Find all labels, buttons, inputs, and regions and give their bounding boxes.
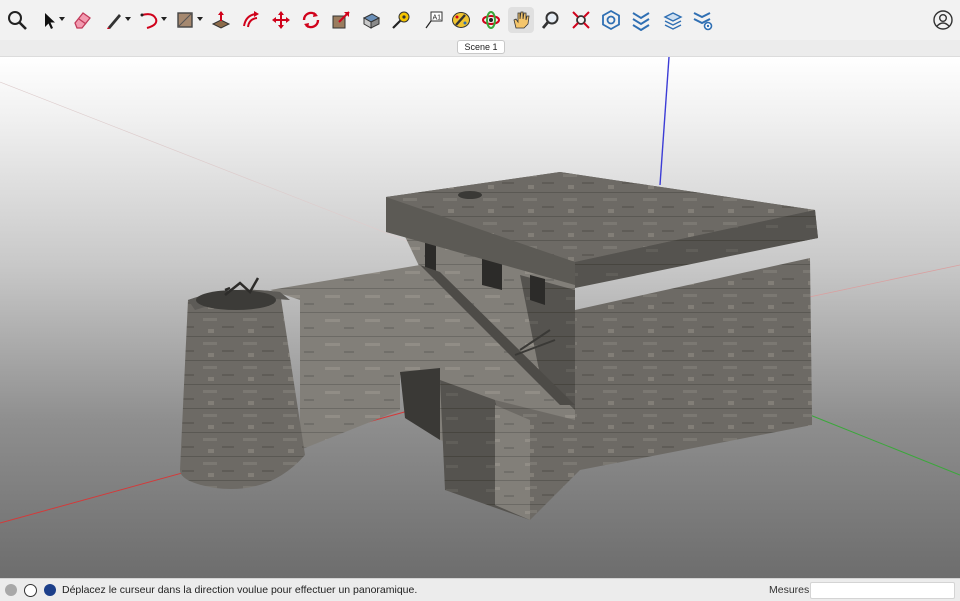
bunker-left-tower xyxy=(180,289,305,490)
zoom-magnifier-icon[interactable] xyxy=(538,7,564,33)
orbit-icon[interactable] xyxy=(478,7,504,33)
eraser-icon[interactable] xyxy=(69,7,95,33)
user-account-icon[interactable] xyxy=(930,7,956,33)
rectangle-shape-icon[interactable] xyxy=(172,7,198,33)
main-toolbar: A1 xyxy=(0,0,960,40)
shape-dropdown-caret-icon[interactable] xyxy=(197,17,203,21)
rotate-icon[interactable] xyxy=(298,7,324,33)
scenes-icon[interactable] xyxy=(660,7,686,33)
roof-hatch xyxy=(458,191,482,199)
modeling-viewport[interactable] xyxy=(0,57,960,578)
scale-icon[interactable] xyxy=(328,7,354,33)
status-message: Déplacez le curseur dans la direction vo… xyxy=(62,584,418,596)
paint-bucket-icon[interactable] xyxy=(358,7,384,33)
help-instructor-icon[interactable] xyxy=(44,584,56,596)
zoom-extents-icon[interactable] xyxy=(568,7,594,33)
status-bar: Déplacez le curseur dans la direction vo… xyxy=(0,578,960,601)
pan-hand-icon[interactable] xyxy=(508,7,534,33)
move-icon[interactable] xyxy=(268,7,294,33)
tape-measure-icon[interactable] xyxy=(388,7,414,33)
arc-dropdown-caret-icon[interactable] xyxy=(161,17,167,21)
components-icon[interactable] xyxy=(598,7,624,33)
green-axis-extension xyxy=(0,81,431,251)
styles-settings-icon[interactable] xyxy=(690,7,716,33)
measurements-field[interactable] xyxy=(810,582,955,599)
arc-icon[interactable] xyxy=(137,7,163,33)
geolocation-icon[interactable] xyxy=(5,584,17,596)
text-label-icon[interactable]: A1 xyxy=(420,7,446,33)
bunker-front-pillar xyxy=(495,405,530,520)
pencil-line-icon[interactable] xyxy=(101,7,127,33)
zoom-window-icon[interactable] xyxy=(4,7,30,33)
select-dropdown-caret-icon[interactable] xyxy=(59,17,65,21)
measurements-label: Mesures xyxy=(769,584,810,596)
blue-axis-line xyxy=(659,57,670,186)
green-axis-line xyxy=(809,414,960,476)
paint-palette-icon[interactable] xyxy=(448,7,474,33)
tab-scene-1[interactable]: Scene 1 xyxy=(457,40,505,54)
bunker-doorway-shadow xyxy=(400,368,440,440)
model-scene xyxy=(0,57,960,524)
bunker-window-3 xyxy=(530,275,545,305)
pencil-dropdown-caret-icon[interactable] xyxy=(125,17,131,21)
svg-text:A1: A1 xyxy=(433,15,442,22)
credits-info-icon[interactable] xyxy=(24,584,37,597)
offset-icon[interactable] xyxy=(238,7,264,33)
tags-icon[interactable] xyxy=(628,7,654,33)
tower-top-opening xyxy=(196,290,276,310)
push-pull-icon[interactable] xyxy=(208,7,234,33)
